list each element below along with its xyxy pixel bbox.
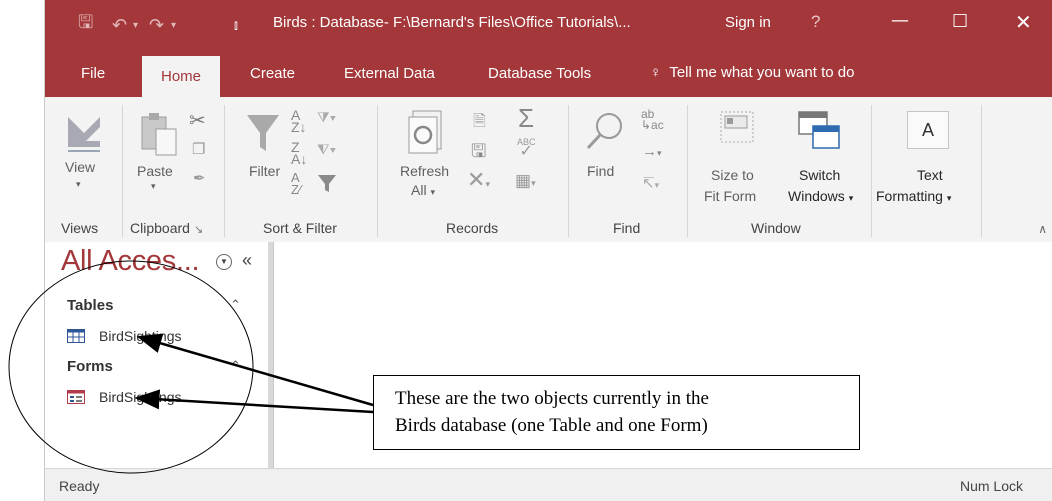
annotation-line-1: These are the two objects currently in t…: [395, 388, 709, 409]
arrow-to-form: [134, 389, 374, 414]
highlight-circle: [8, 260, 254, 474]
annotation-line-2: Birds database (one Table and one Form): [395, 415, 708, 436]
annotation-callout: These are the two objects currently in t…: [373, 375, 860, 450]
arrow-to-table: [136, 333, 374, 407]
